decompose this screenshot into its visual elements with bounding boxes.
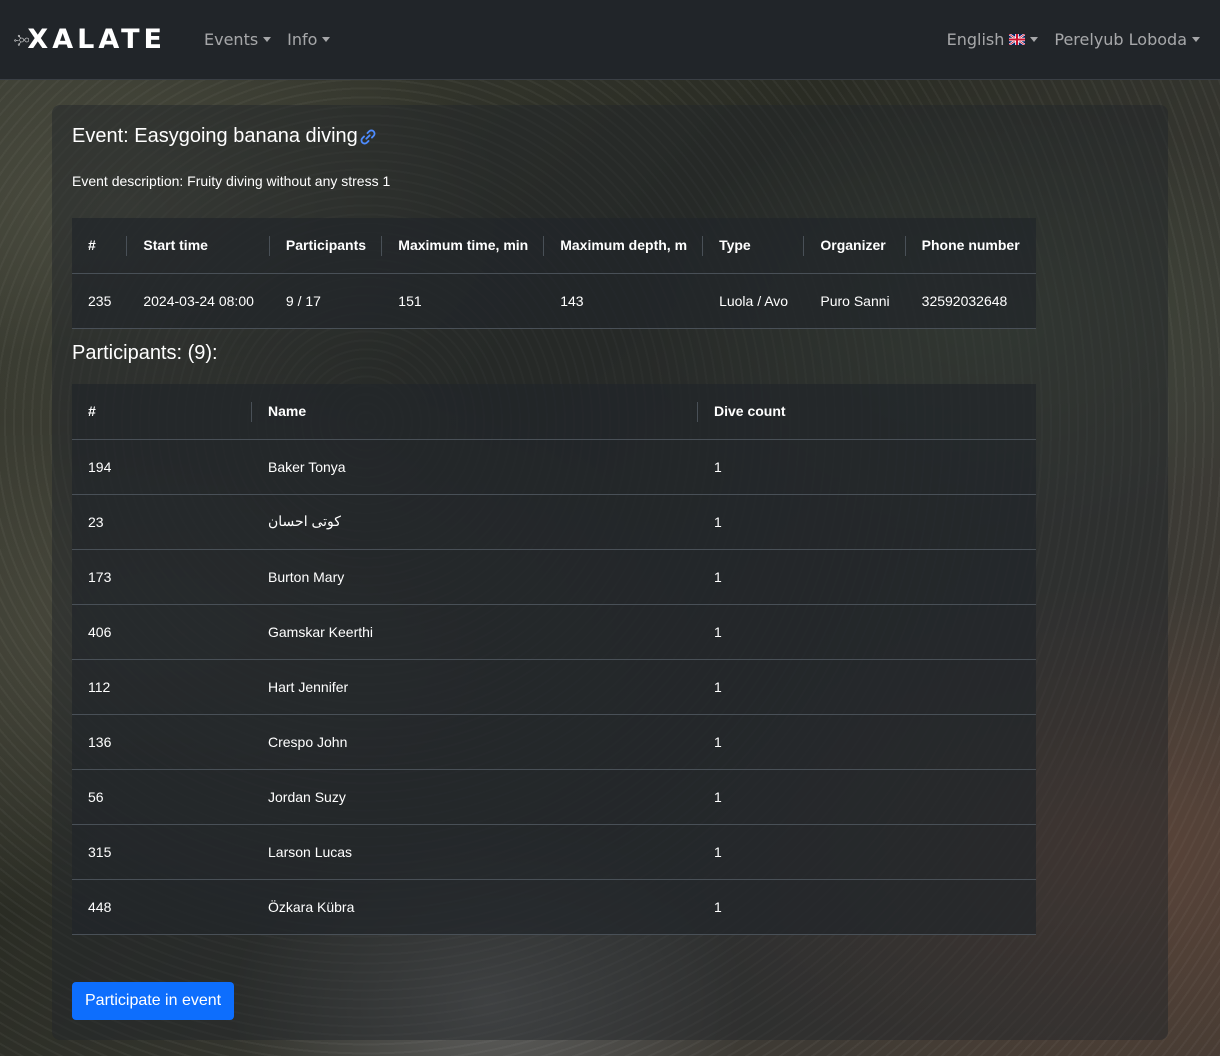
event-max-time: 151 <box>382 273 545 329</box>
event-details-table: # Start time Participants Maximum time, … <box>72 218 1036 329</box>
event-participants-count: 9 / 17 <box>269 273 383 329</box>
participant-dive-count: 1 <box>698 549 1036 605</box>
main-menu: Events Info <box>196 22 338 57</box>
uk-flag-icon <box>1009 34 1026 45</box>
event-start-time: 2024-03-24 08:00 <box>127 273 270 329</box>
column-header: Dive count <box>698 384 1036 440</box>
event-max-depth: 143 <box>544 273 704 329</box>
events-label: Events <box>204 30 259 49</box>
event-title: Event: Easygoing banana diving <box>72 125 358 147</box>
column-header: Phone number <box>905 218 1036 274</box>
navbar: XALATE Events Info English Perelyub Lobo… <box>0 0 1220 80</box>
column-header: # <box>72 384 252 440</box>
table-row: 315 Larson Lucas 1 <box>72 824 1036 880</box>
language-label: English <box>946 30 1005 49</box>
event-phone: 32592032648 <box>905 273 1036 329</box>
participant-dive-count: 1 <box>698 769 1036 825</box>
events-dropdown[interactable]: Events <box>196 22 279 57</box>
table-row: 23 کوتی احسان 1 <box>72 494 1036 550</box>
participant-name: Hart Jennifer <box>252 659 698 715</box>
column-header: Maximum time, min <box>382 218 545 274</box>
event-description: Event description: Fruity diving without… <box>72 173 391 189</box>
participant-dive-count: 1 <box>698 439 1036 495</box>
participant-name: کوتی احسان <box>252 494 698 550</box>
participant-dive-count: 1 <box>698 824 1036 880</box>
participants-title: Participants: (9): <box>72 342 218 364</box>
column-header: # <box>72 218 128 274</box>
user-menu: English Perelyub Loboda <box>939 22 1208 57</box>
info-dropdown[interactable]: Info <box>279 22 338 57</box>
column-header: Participants <box>269 218 383 274</box>
participate-button[interactable]: Participate in event <box>72 982 235 1020</box>
table-row: 406 Gamskar Keerthi 1 <box>72 604 1036 660</box>
participant-dive-count: 1 <box>698 659 1036 715</box>
participant-id: 56 <box>72 769 252 825</box>
table-row: 136 Crespo John 1 <box>72 714 1036 770</box>
participant-id: 406 <box>72 604 252 660</box>
participant-name: Gamskar Keerthi <box>252 604 698 660</box>
user-dropdown[interactable]: Perelyub Loboda <box>1046 22 1208 57</box>
user-name: Perelyub Loboda <box>1054 30 1187 49</box>
participant-dive-count: 1 <box>698 879 1036 935</box>
participant-id: 136 <box>72 714 252 770</box>
link-icon[interactable] <box>359 128 377 146</box>
table-row: 235 2024-03-24 08:00 9 / 17 151 143 Luol… <box>72 273 1036 329</box>
participant-id: 23 <box>72 494 252 550</box>
participant-dive-count: 1 <box>698 604 1036 660</box>
participant-dive-count: 1 <box>698 494 1036 550</box>
chevron-down-icon <box>1030 37 1039 42</box>
participant-name: Özkara Kübra <box>252 879 698 935</box>
column-header: Maximum depth, m <box>544 218 704 274</box>
event-organizer: Puro Sanni <box>804 273 906 329</box>
participant-id: 173 <box>72 549 252 605</box>
participant-dive-count: 1 <box>698 714 1036 770</box>
chevron-down-icon <box>1192 37 1200 42</box>
participant-id: 315 <box>72 824 252 880</box>
participant-id: 194 <box>72 439 252 495</box>
brand-logo[interactable]: XALATE <box>14 18 166 62</box>
table-header-row: # Name Dive count <box>72 384 1036 440</box>
column-header: Organizer <box>804 218 906 274</box>
column-header: Name <box>252 384 698 440</box>
table-header-row: # Start time Participants Maximum time, … <box>72 218 1036 274</box>
chevron-down-icon <box>322 37 331 42</box>
table-row: 173 Burton Mary 1 <box>72 549 1036 605</box>
participants-table: # Name Dive count 194 Baker Tonya 1 23 ک… <box>72 384 1036 935</box>
participant-id: 112 <box>72 659 252 715</box>
table-row: 112 Hart Jennifer 1 <box>72 659 1036 715</box>
table-row: 448 Özkara Kübra 1 <box>72 879 1036 935</box>
info-label: Info <box>287 30 318 49</box>
participant-name: Larson Lucas <box>252 824 698 880</box>
participant-id: 448 <box>72 879 252 935</box>
column-header: Type <box>703 218 805 274</box>
event-card: Event: Easygoing banana diving Event des… <box>52 105 1168 1040</box>
participant-name: Burton Mary <box>252 549 698 605</box>
participant-name: Baker Tonya <box>252 439 698 495</box>
participant-name: Jordan Suzy <box>252 769 698 825</box>
table-row: 194 Baker Tonya 1 <box>72 439 1036 495</box>
event-type: Luola / Avo <box>703 273 805 329</box>
event-id: 235 <box>72 273 128 329</box>
chevron-down-icon <box>263 37 272 42</box>
column-header: Start time <box>127 218 270 274</box>
participant-name: Crespo John <box>252 714 698 770</box>
language-dropdown[interactable]: English <box>939 22 1047 57</box>
event-title-row: Event: Easygoing banana diving <box>72 125 377 148</box>
brand-name: XALATE <box>27 24 166 55</box>
table-row: 56 Jordan Suzy 1 <box>72 769 1036 825</box>
